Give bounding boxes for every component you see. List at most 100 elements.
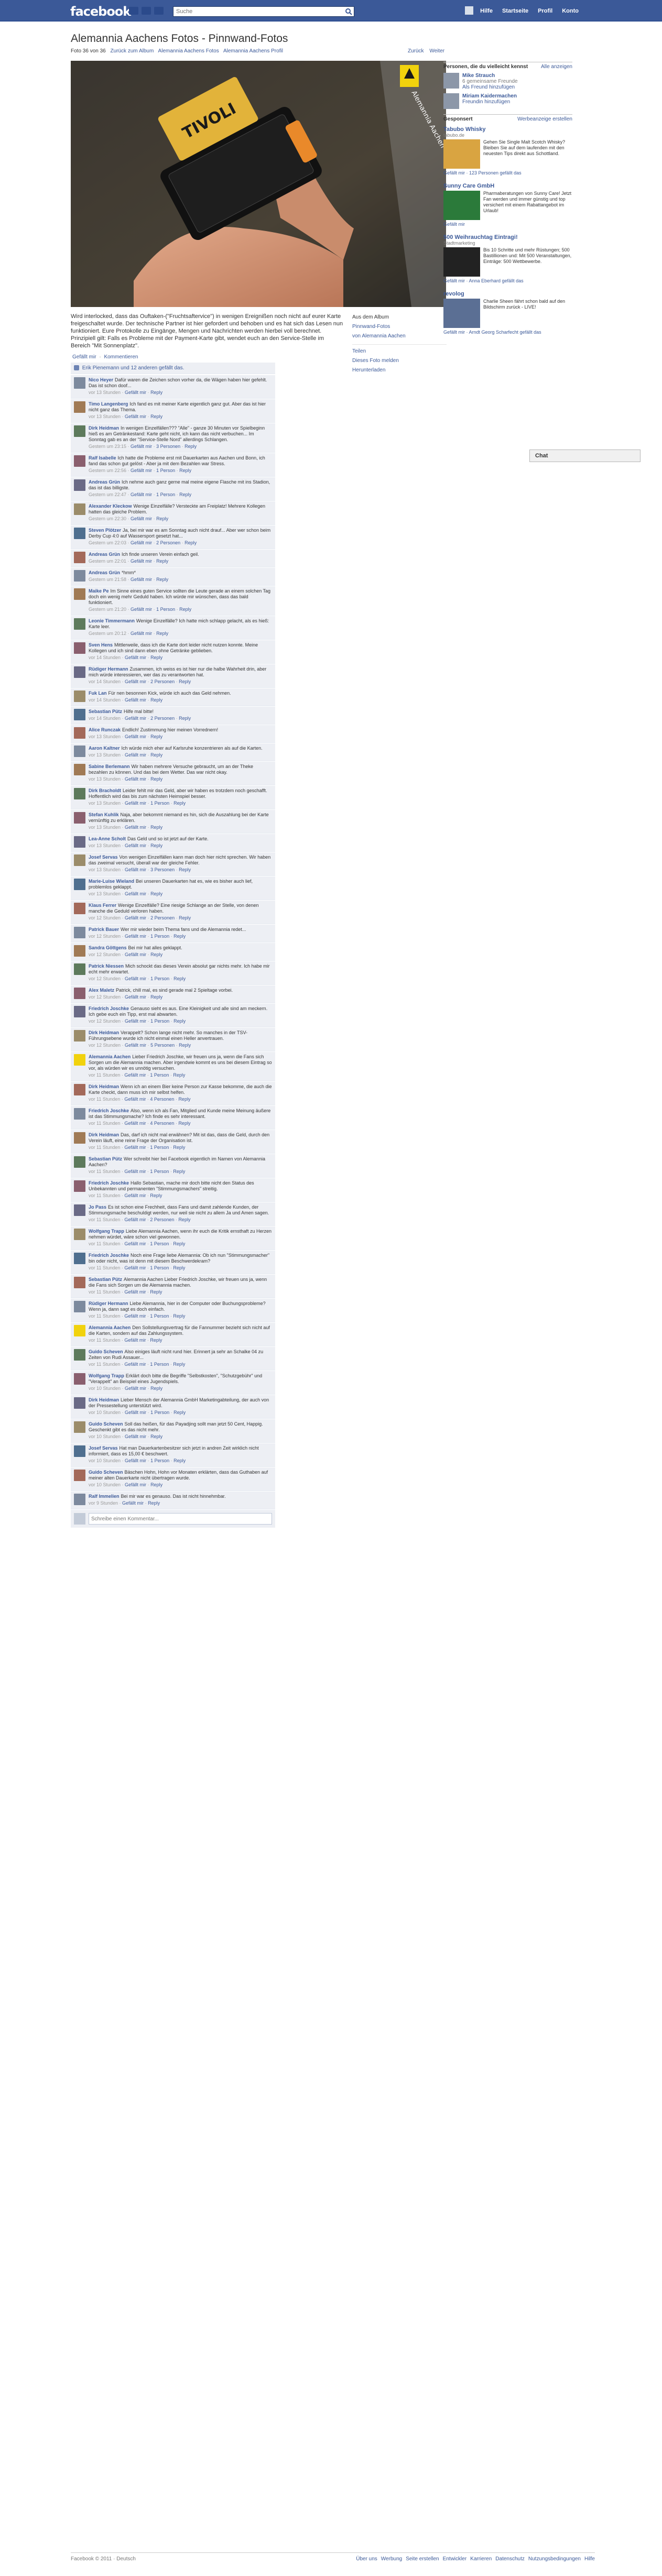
comment-reply-link[interactable]: Reply <box>179 679 191 684</box>
avatar[interactable] <box>74 1006 85 1017</box>
comment-author[interactable]: Sebastian Pütz <box>89 709 122 714</box>
comment-author[interactable]: Jo Pass <box>89 1204 106 1210</box>
comment-author[interactable]: Josef Servas <box>89 854 118 860</box>
see-all-link[interactable]: Alle anzeigen <box>541 64 572 70</box>
avatar[interactable] <box>74 879 85 890</box>
comment-author[interactable]: Sebastian Pütz <box>89 1156 122 1161</box>
comment-like-link[interactable]: Gefällt mir <box>125 716 146 721</box>
comment-reply-link[interactable]: Reply <box>150 952 162 957</box>
comment-author[interactable]: Stefan Kuhlik <box>89 812 119 817</box>
avatar[interactable] <box>74 401 85 413</box>
comment-reply-link[interactable]: Reply <box>173 1072 185 1078</box>
avatar[interactable] <box>74 1421 85 1433</box>
comment-author[interactable]: Ralf Isabelle <box>89 455 116 461</box>
comment-reply-link[interactable]: Reply <box>173 1169 185 1174</box>
comment-like-link[interactable]: Gefällt mir <box>125 934 146 939</box>
comment-like-link[interactable]: Gefällt mir <box>125 1043 146 1048</box>
friend-requests-icon[interactable] <box>129 7 138 15</box>
avatar[interactable] <box>74 1470 85 1481</box>
avatar[interactable] <box>74 1204 85 1216</box>
ad-title[interactable]: 500 Weihrauchtag Eintragi! <box>443 234 572 240</box>
comment-likes-count[interactable]: 1 Person <box>150 1241 169 1246</box>
comment-reply-link[interactable]: Reply <box>179 468 191 473</box>
avatar[interactable] <box>74 1132 85 1144</box>
avatar[interactable] <box>74 927 85 938</box>
avatar[interactable] <box>74 727 85 739</box>
comment-author[interactable]: Guido Scheven <box>89 1349 123 1354</box>
avatar[interactable] <box>443 93 459 109</box>
comment-like-link[interactable]: Gefällt mir <box>125 390 146 395</box>
add-friend-link[interactable]: Freundin hinzufügen <box>462 99 517 105</box>
comment-reply-link[interactable]: Reply <box>178 1217 190 1222</box>
ad-title[interactable]: Sunny Care GmbH <box>443 183 572 189</box>
avatar[interactable] <box>74 528 85 539</box>
comment-likes-count[interactable]: 2 Personen <box>156 540 180 545</box>
next-photo-link[interactable]: Weiter <box>429 48 444 54</box>
footer-link[interactable]: Werbung <box>381 2556 402 2562</box>
ad-title[interactable]: revolog <box>443 291 572 297</box>
comment-reply-link[interactable]: Reply <box>173 1018 186 1024</box>
footer-link[interactable]: Entwickler <box>443 2556 467 2562</box>
comment-author[interactable]: Alex Maletz <box>89 988 114 993</box>
comment-likes-count[interactable]: 1 Person <box>150 1018 169 1024</box>
comment-author[interactable]: Andreas Grün <box>89 479 120 485</box>
comment-likes-count[interactable]: 1 Person <box>150 1458 169 1463</box>
comment-like-link[interactable]: Gefällt mir <box>125 1482 146 1487</box>
comment-author[interactable]: Leonie Timmermann <box>89 618 135 623</box>
avatar[interactable] <box>74 854 85 866</box>
avatar[interactable] <box>74 903 85 914</box>
avatar[interactable] <box>74 988 85 999</box>
add-friend-link[interactable]: Als Freund hinzufügen <box>462 84 518 90</box>
comment-input[interactable] <box>89 1513 272 1525</box>
comment-like-link[interactable]: Gefällt mir <box>125 825 146 830</box>
comment-like-link[interactable]: Gefällt mir <box>125 801 146 806</box>
like-photo-link[interactable]: Gefällt mir <box>72 354 96 360</box>
comment-reply-link[interactable]: Reply <box>173 976 186 981</box>
comment-author[interactable]: Patrick Niessen <box>89 963 124 969</box>
footer-link[interactable]: Karrieren <box>470 2556 492 2562</box>
comment-likes-count[interactable]: 1 Person <box>150 1072 169 1078</box>
avatar[interactable] <box>74 963 85 975</box>
comment-author[interactable]: Sandra Göttgens <box>89 945 127 950</box>
avatar[interactable] <box>74 618 85 630</box>
comment-like-link[interactable]: Gefällt mir <box>124 1097 146 1102</box>
comment-like-link[interactable]: Gefällt mir <box>124 1289 146 1295</box>
comment-likes-count[interactable]: 1 Person <box>156 468 175 473</box>
comment-reply-link[interactable]: Reply <box>173 801 186 806</box>
comment-author[interactable]: Dirk Heidman <box>89 1132 119 1137</box>
comment-like-link[interactable]: Gefällt mir <box>125 1458 146 1463</box>
comment-likes-count[interactable]: 2 Personen <box>150 1217 174 1222</box>
chat-bar[interactable]: Chat <box>529 450 641 462</box>
back-to-album-link[interactable]: Zurück zum Album <box>111 48 154 54</box>
comment-reply-link[interactable]: Reply <box>150 994 162 1000</box>
avatar[interactable] <box>74 1325 85 1336</box>
share-link[interactable]: Teilen <box>352 344 447 356</box>
comment-like-link[interactable]: Gefällt mir <box>124 1072 146 1078</box>
comment-like-link[interactable]: Gefällt mir <box>125 915 146 920</box>
nav-profil[interactable]: Profil <box>533 6 557 16</box>
comment-likes-count[interactable]: 1 Person <box>156 607 175 612</box>
comment-author[interactable]: Alice Runczak <box>89 727 121 732</box>
comment-like-link[interactable]: Gefällt mir <box>125 994 146 1000</box>
avatar[interactable] <box>74 709 85 720</box>
comment-reply-link[interactable]: Reply <box>179 1043 191 1048</box>
avatar[interactable] <box>74 1030 85 1042</box>
comment-reply-link[interactable]: Reply <box>185 444 197 449</box>
comment-author[interactable]: Aaron Kaltner <box>89 746 120 751</box>
comment-author[interactable]: Steven Plötzer <box>89 528 121 533</box>
comment-author[interactable]: Sebastian Pütz <box>89 1277 122 1282</box>
comment-like-link[interactable]: Gefällt mir <box>124 1169 146 1174</box>
comment-author[interactable]: Ralf Immelien <box>89 1494 120 1499</box>
comment-like-link[interactable]: Gefällt mir <box>131 577 152 582</box>
avatar[interactable] <box>74 1445 85 1457</box>
comment-author[interactable]: Fuk Lan <box>89 690 107 696</box>
avatar[interactable] <box>74 1397 85 1409</box>
comment-reply-link[interactable]: Reply <box>150 843 162 848</box>
comment-like-link[interactable]: Gefällt mir <box>125 976 146 981</box>
comment-reply-link[interactable]: Reply <box>150 1482 162 1487</box>
comment-like-link[interactable]: Gefällt mir <box>125 1386 146 1391</box>
footer-link[interactable]: Über uns <box>356 2556 377 2562</box>
comment-likes-count[interactable]: 1 Person <box>150 1265 169 1270</box>
comment-like-link[interactable]: Gefällt mir <box>131 540 152 545</box>
comment-like-link[interactable]: Gefällt mir <box>125 776 146 782</box>
